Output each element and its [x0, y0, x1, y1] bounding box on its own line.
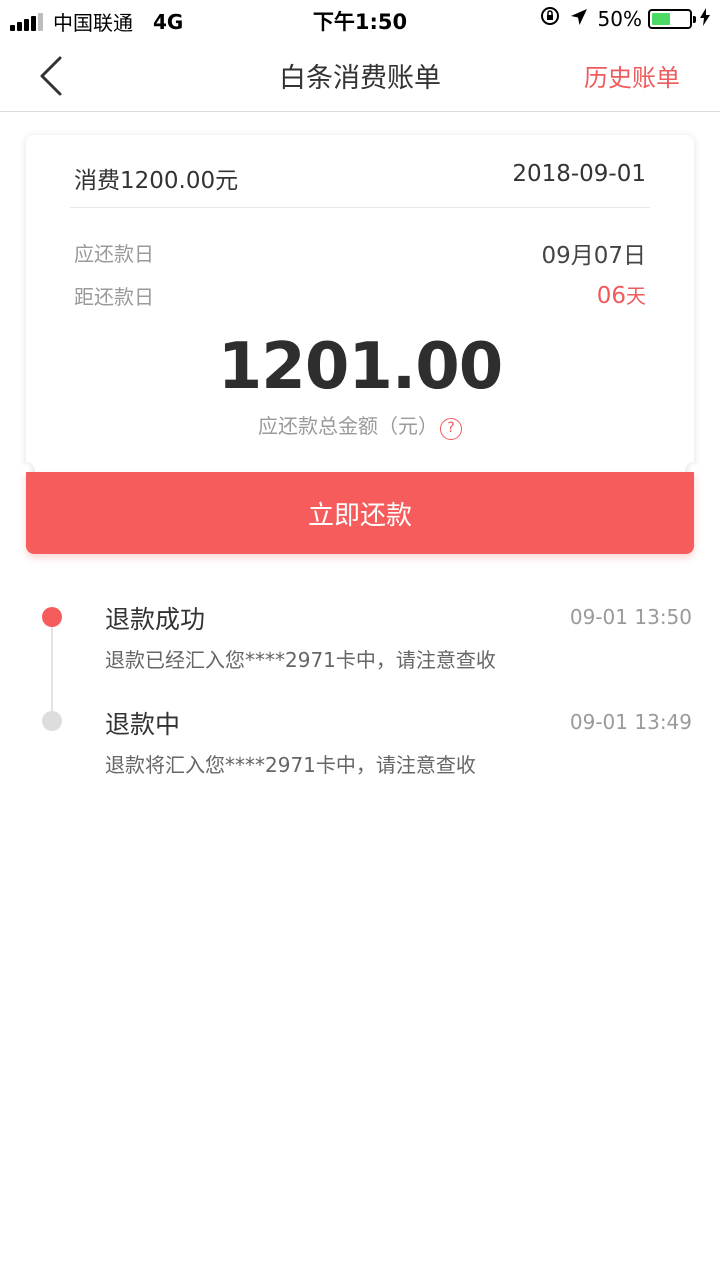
days-left-value: 06天: [597, 280, 646, 309]
rotation-lock-icon: [540, 6, 560, 31]
days-left-label: 距还款日: [74, 285, 154, 309]
history-bill-link[interactable]: 历史账单: [584, 58, 680, 93]
battery-icon: [648, 8, 696, 29]
timeline-time: 09-01 13:50: [569, 605, 692, 629]
consumption-amount: 消费1200.00元: [74, 168, 239, 194]
timeline-desc: 退款将汇入您****2971卡中，请注意查收: [105, 753, 476, 777]
timeline-time: 09-01 13:49: [569, 710, 692, 734]
nav-bar: 白条消费账单 历史账单: [0, 40, 720, 112]
days-left-unit: 天: [626, 284, 646, 308]
total-amount: 1201.00: [217, 330, 504, 404]
help-icon[interactable]: ?: [440, 418, 462, 440]
total-amount-label: 应还款总金额（元）: [258, 414, 438, 438]
timeline-dot-active: [42, 607, 62, 627]
timeline-dot-inactive: [42, 711, 62, 731]
repay-now-button[interactable]: 立即还款: [26, 472, 694, 554]
days-left-number: 06: [596, 283, 626, 309]
charging-icon: [700, 7, 710, 31]
battery-percent: 50%: [597, 6, 642, 31]
location-icon: [570, 7, 588, 31]
timeline-title: 退款成功: [105, 605, 206, 634]
total-amount-label-row: 应还款总金额（元）?: [26, 410, 694, 440]
timeline-item: 退款成功 09-01 13:50 退款已经汇入您****2971卡中，请注意查收: [0, 590, 720, 690]
timeline-item: 退款中 09-01 13:49 退款将汇入您****2971卡中，请注意查收: [0, 695, 720, 795]
timeline-title: 退款中: [105, 710, 181, 739]
consumption-date: 2018-09-01: [512, 161, 646, 187]
due-date-label: 应还款日: [74, 242, 154, 266]
due-date-value: 09月07日: [541, 243, 646, 269]
timeline-desc: 退款已经汇入您****2971卡中，请注意查收: [105, 648, 496, 672]
bill-card-header: 消费1200.00元 2018-09-01: [70, 135, 650, 208]
bill-card: 消费1200.00元 2018-09-01 应还款日 09月07日 距还款日 0…: [26, 135, 694, 475]
status-bar: 中国联通 4G 下午1:50 50%: [0, 0, 720, 40]
